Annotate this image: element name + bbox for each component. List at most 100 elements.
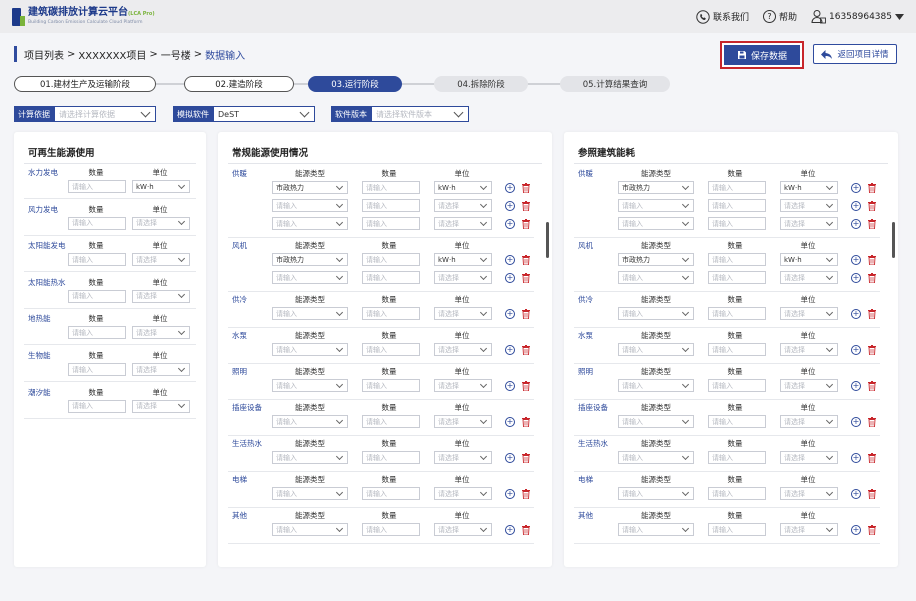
add-circle-icon[interactable]: + — [505, 308, 515, 319]
conventional-type-select[interactable]: 请输入 — [272, 199, 348, 212]
add-circle-icon[interactable]: + — [505, 488, 515, 499]
reference-type-select[interactable]: 请输入 — [618, 415, 694, 428]
reference-type-select[interactable]: 请输入 — [618, 379, 694, 392]
add-circle-icon[interactable]: + — [505, 182, 515, 193]
conventional-qty-input[interactable]: 请输入 — [362, 487, 420, 500]
add-circle-icon[interactable]: + — [851, 452, 861, 463]
conventional-qty-input[interactable]: 请输入 — [362, 415, 420, 428]
trash-icon[interactable] — [522, 416, 530, 427]
reference-type-select[interactable]: 请输入 — [618, 451, 694, 464]
logo[interactable]: 建筑碳排放计算云平台(LCA Pro) Building Carbon Emis… — [12, 7, 155, 26]
trash-icon[interactable] — [522, 452, 530, 463]
trash-icon[interactable] — [868, 272, 876, 283]
renewable-qty-input[interactable]: 请输入 — [68, 180, 126, 193]
trash-icon[interactable] — [868, 344, 876, 355]
add-circle-icon[interactable]: + — [505, 416, 515, 427]
trash-icon[interactable] — [522, 200, 530, 211]
conventional-type-select[interactable]: 请输入 — [272, 271, 348, 284]
conventional-type-select[interactable]: 请输入 — [272, 379, 348, 392]
trash-icon[interactable] — [868, 416, 876, 427]
scrollbar[interactable] — [546, 222, 549, 258]
reference-unit-select[interactable]: 请选择 — [780, 343, 838, 356]
trash-icon[interactable] — [522, 524, 530, 535]
conventional-unit-select[interactable]: 请选择 — [434, 343, 492, 356]
trash-icon[interactable] — [522, 488, 530, 499]
add-circle-icon[interactable]: + — [851, 308, 861, 319]
reference-qty-input[interactable]: 请输入 — [708, 253, 766, 266]
renewable-unit-select[interactable]: 请选择 — [132, 216, 190, 230]
renewable-qty-input[interactable]: 请输入 — [68, 253, 126, 267]
trash-icon[interactable] — [522, 344, 530, 355]
conventional-qty-input[interactable]: 请输入 — [362, 343, 420, 356]
trash-icon[interactable] — [522, 218, 530, 229]
conventional-qty-input[interactable]: 请输入 — [362, 271, 420, 284]
breadcrumb-project-list[interactable]: 项目列表 — [24, 47, 64, 62]
conventional-type-select[interactable]: 市政热力 — [272, 253, 348, 266]
step-material-production[interactable]: 01.建材生产及运输阶段 — [14, 76, 156, 92]
reference-unit-select[interactable]: kW·h — [780, 181, 838, 194]
add-circle-icon[interactable]: + — [505, 380, 515, 391]
sim-software-select[interactable]: 模拟软件 DeST — [173, 106, 315, 122]
trash-icon[interactable] — [868, 254, 876, 265]
trash-icon[interactable] — [522, 254, 530, 265]
reference-type-select[interactable]: 请输入 — [618, 199, 694, 212]
trash-icon[interactable] — [522, 308, 530, 319]
trash-icon[interactable] — [522, 380, 530, 391]
conventional-unit-select[interactable]: 请选择 — [434, 307, 492, 320]
conventional-type-select[interactable]: 请输入 — [272, 217, 348, 230]
trash-icon[interactable] — [868, 218, 876, 229]
add-circle-icon[interactable]: + — [851, 524, 861, 535]
reference-qty-input[interactable]: 请输入 — [708, 217, 766, 230]
reference-qty-input[interactable]: 请输入 — [708, 451, 766, 464]
renewable-unit-select[interactable]: 请选择 — [132, 253, 190, 267]
conventional-unit-select[interactable]: 请选择 — [434, 487, 492, 500]
reference-qty-input[interactable]: 请输入 — [708, 415, 766, 428]
save-button[interactable]: 保存数据 — [720, 41, 804, 69]
trash-icon[interactable] — [868, 200, 876, 211]
renewable-unit-select[interactable]: 请选择 — [132, 399, 190, 413]
trash-icon[interactable] — [868, 182, 876, 193]
reference-qty-input[interactable]: 请输入 — [708, 523, 766, 536]
add-circle-icon[interactable]: + — [505, 272, 515, 283]
reference-unit-select[interactable]: 请选择 — [780, 523, 838, 536]
back-to-project-button[interactable]: 返回项目详情 — [813, 44, 897, 64]
renewable-unit-select[interactable]: 请选择 — [132, 363, 190, 376]
conventional-qty-input[interactable]: 请输入 — [362, 451, 420, 464]
conventional-qty-input[interactable]: 请输入 — [362, 199, 420, 212]
reference-type-select[interactable]: 请输入 — [618, 487, 694, 500]
renewable-unit-select[interactable]: 请选择 — [132, 289, 190, 303]
renewable-qty-input[interactable]: 请输入 — [68, 363, 126, 376]
reference-qty-input[interactable]: 请输入 — [708, 487, 766, 500]
add-circle-icon[interactable]: + — [851, 344, 861, 355]
contact-link[interactable]: 联系我们 — [696, 9, 749, 24]
renewable-qty-input[interactable]: 请输入 — [68, 216, 126, 230]
reference-type-select[interactable]: 请输入 — [618, 523, 694, 536]
conventional-qty-input[interactable]: 请输入 — [362, 307, 420, 320]
conventional-type-select[interactable]: 请输入 — [272, 487, 348, 500]
scrollbar[interactable] — [892, 222, 895, 258]
trash-icon[interactable] — [522, 182, 530, 193]
conventional-unit-select[interactable]: 请选择 — [434, 199, 492, 212]
software-version-select[interactable]: 软件版本 请选择软件版本 — [331, 106, 469, 122]
add-circle-icon[interactable]: + — [851, 272, 861, 283]
conventional-type-select[interactable]: 请输入 — [272, 343, 348, 356]
renewable-unit-select[interactable]: kW·h — [132, 180, 190, 193]
conventional-qty-input[interactable]: 请输入 — [362, 379, 420, 392]
conventional-unit-select[interactable]: 请选择 — [434, 523, 492, 536]
conventional-unit-select[interactable]: 请选择 — [434, 271, 492, 284]
trash-icon[interactable] — [868, 308, 876, 319]
conventional-qty-input[interactable]: 请输入 — [362, 523, 420, 536]
renewable-qty-input[interactable]: 请输入 — [68, 326, 126, 340]
conventional-type-select[interactable]: 请输入 — [272, 307, 348, 320]
help-link[interactable]: ? 帮助 — [762, 10, 797, 23]
breadcrumb-building[interactable]: 一号楼 — [161, 47, 191, 62]
conventional-unit-select[interactable]: kW·h — [434, 181, 492, 194]
reference-qty-input[interactable]: 请输入 — [708, 379, 766, 392]
add-circle-icon[interactable]: + — [851, 380, 861, 391]
reference-unit-select[interactable]: 请选择 — [780, 217, 838, 230]
add-circle-icon[interactable]: + — [851, 218, 861, 229]
step-operation[interactable]: 03.运行阶段 — [308, 76, 402, 92]
step-results-query[interactable]: 05.计算结果查询 — [560, 76, 670, 92]
add-circle-icon[interactable]: + — [505, 452, 515, 463]
calc-basis-select[interactable]: 计算依据 请选择计算依据 — [14, 106, 156, 122]
